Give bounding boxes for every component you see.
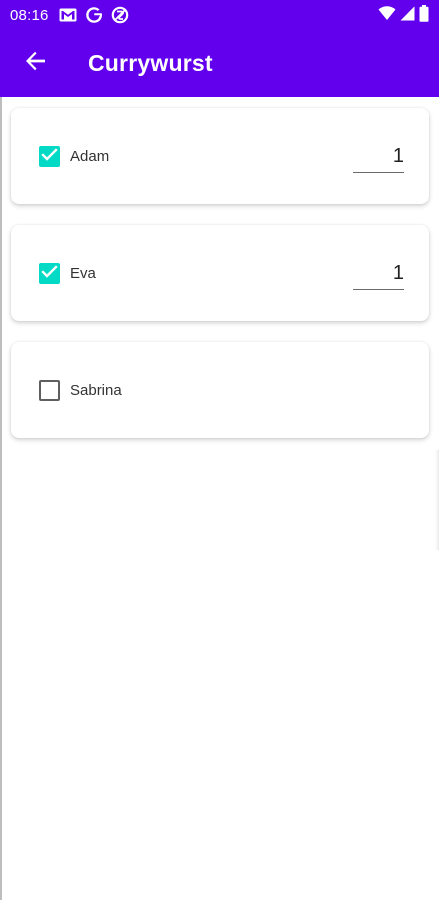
status-system-icons [378,4,429,26]
wifi-icon [378,5,396,25]
left-edge-divider [0,97,2,900]
quantity-input[interactable]: 1 [353,258,404,290]
arrow-left-icon [25,50,47,77]
person-name: Adam [70,147,110,165]
gmail-icon [59,8,77,22]
app-bar: Currywurst [0,30,439,97]
content-area [0,97,439,900]
sync-icon [111,6,129,24]
person-card[interactable]: Sabrina [11,342,429,438]
quantity-input[interactable]: 1 [353,141,404,173]
check-icon [41,264,58,283]
status-notification-icons [59,6,129,24]
status-time: 08:16 [10,6,49,24]
person-name: Eva [70,264,96,282]
signal-icon [400,6,415,25]
person-checkbox[interactable] [39,145,60,167]
page-title: Currywurst [88,50,213,76]
battery-icon [419,4,429,26]
person-card[interactable]: Eva 1 [11,225,429,321]
person-checkbox[interactable] [39,379,60,401]
google-icon [85,7,102,23]
check-icon [41,147,58,166]
back-button[interactable] [0,30,72,97]
person-card[interactable]: Adam 1 [11,108,429,204]
right-edge-shadow [435,450,439,550]
person-name: Sabrina [70,381,122,399]
person-checkbox[interactable] [39,262,60,284]
status-bar: 08:16 [0,0,439,30]
